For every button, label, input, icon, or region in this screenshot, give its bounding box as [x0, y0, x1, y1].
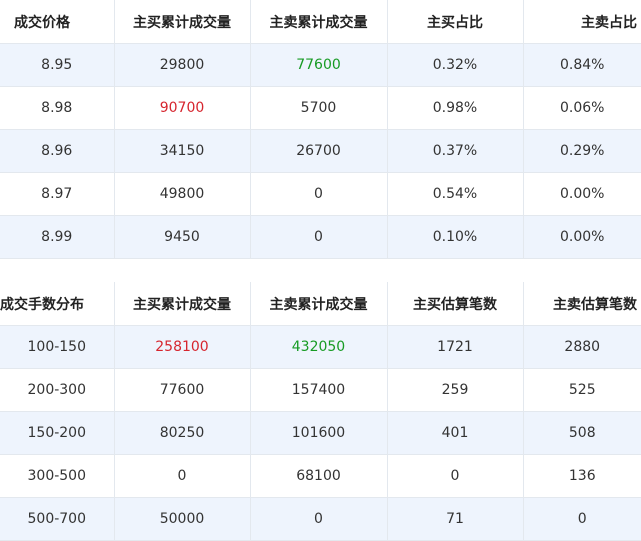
cell-price: 8.95 [0, 43, 115, 87]
header-price[interactable]: 成交价格 [0, 0, 115, 44]
table-row: 8.99 9450 0 0.10% 0.00% [0, 215, 641, 259]
price-distribution-table: 成交价格 主买累计成交量 主卖累计成交量 主买占比 主卖占比 8.95 2980… [0, 0, 641, 259]
cell-price: 8.98 [0, 86, 115, 130]
cell-buy-volume: 90700 [114, 86, 251, 130]
cell-buy-count: 1721 [387, 325, 524, 369]
cell-buy-count: 259 [387, 368, 524, 412]
cell-sell-volume: 77600 [250, 43, 388, 87]
cell-lot-size: 300-500 [0, 454, 115, 498]
table-row: 8.98 90700 5700 0.98% 0.06% [0, 86, 641, 130]
lot-size-distribution-table: 成交手数分布 主买累计成交量 主卖累计成交量 主买估算笔数 主卖估算笔数 100… [0, 282, 641, 541]
table-row: 8.97 49800 0 0.54% 0.00% [0, 172, 641, 216]
header-sell-volume[interactable]: 主卖累计成交量 [250, 0, 388, 44]
table-header-row: 成交手数分布 主买累计成交量 主卖累计成交量 主买估算笔数 主卖估算笔数 [0, 282, 641, 326]
cell-sell-volume: 26700 [250, 129, 388, 173]
cell-buy-volume: 80250 [114, 411, 251, 455]
cell-sell-volume: 68100 [250, 454, 388, 498]
header-lot-size[interactable]: 成交手数分布 [0, 282, 115, 326]
header-buy-volume[interactable]: 主买累计成交量 [114, 0, 251, 44]
cell-lot-size: 150-200 [0, 411, 115, 455]
table-row: 300-500 0 68100 0 136 [0, 454, 641, 498]
table-header-row: 成交价格 主买累计成交量 主卖累计成交量 主买占比 主卖占比 [0, 0, 641, 44]
header-buy-count[interactable]: 主买估算笔数 [387, 282, 524, 326]
cell-sell-count: 136 [523, 454, 641, 498]
cell-sell-count: 0 [523, 497, 641, 541]
cell-sell-ratio: 0.00% [523, 215, 641, 259]
cell-buy-count: 71 [387, 497, 524, 541]
cell-lot-size: 500-700 [0, 497, 115, 541]
cell-buy-volume: 9450 [114, 215, 251, 259]
cell-buy-ratio: 0.54% [387, 172, 524, 216]
cell-sell-ratio: 0.06% [523, 86, 641, 130]
cell-sell-volume: 432050 [250, 325, 388, 369]
header-sell-ratio[interactable]: 主卖占比 [523, 0, 641, 44]
cell-price: 8.97 [0, 172, 115, 216]
cell-price: 8.96 [0, 129, 115, 173]
header-buy-ratio[interactable]: 主买占比 [387, 0, 524, 44]
cell-sell-count: 525 [523, 368, 641, 412]
cell-buy-ratio: 0.10% [387, 215, 524, 259]
cell-buy-ratio: 0.32% [387, 43, 524, 87]
table-row: 500-700 50000 0 71 0 [0, 497, 641, 541]
cell-sell-volume: 157400 [250, 368, 388, 412]
cell-sell-volume: 0 [250, 172, 388, 216]
cell-lot-size: 100-150 [0, 325, 115, 369]
cell-buy-volume: 258100 [114, 325, 251, 369]
header-sell-volume[interactable]: 主卖累计成交量 [250, 282, 388, 326]
table-row: 150-200 80250 101600 401 508 [0, 411, 641, 455]
cell-sell-volume: 101600 [250, 411, 388, 455]
cell-buy-volume: 34150 [114, 129, 251, 173]
cell-buy-count: 0 [387, 454, 524, 498]
cell-buy-count: 401 [387, 411, 524, 455]
table-row: 100-150 258100 432050 1721 2880 [0, 325, 641, 369]
cell-buy-volume: 50000 [114, 497, 251, 541]
table-row: 8.96 34150 26700 0.37% 0.29% [0, 129, 641, 173]
cell-buy-volume: 49800 [114, 172, 251, 216]
header-sell-count[interactable]: 主卖估算笔数 [523, 282, 641, 326]
cell-lot-size: 200-300 [0, 368, 115, 412]
cell-buy-volume: 77600 [114, 368, 251, 412]
cell-price: 8.99 [0, 215, 115, 259]
table-row: 8.95 29800 77600 0.32% 0.84% [0, 43, 641, 87]
cell-buy-volume: 0 [114, 454, 251, 498]
cell-sell-volume: 0 [250, 497, 388, 541]
cell-sell-ratio: 0.00% [523, 172, 641, 216]
header-buy-volume[interactable]: 主买累计成交量 [114, 282, 251, 326]
cell-sell-ratio: 0.84% [523, 43, 641, 87]
cell-buy-ratio: 0.37% [387, 129, 524, 173]
cell-sell-count: 508 [523, 411, 641, 455]
cell-buy-ratio: 0.98% [387, 86, 524, 130]
cell-buy-volume: 29800 [114, 43, 251, 87]
cell-sell-volume: 0 [250, 215, 388, 259]
cell-sell-ratio: 0.29% [523, 129, 641, 173]
table-row: 200-300 77600 157400 259 525 [0, 368, 641, 412]
cell-sell-count: 2880 [523, 325, 641, 369]
cell-sell-volume: 5700 [250, 86, 388, 130]
